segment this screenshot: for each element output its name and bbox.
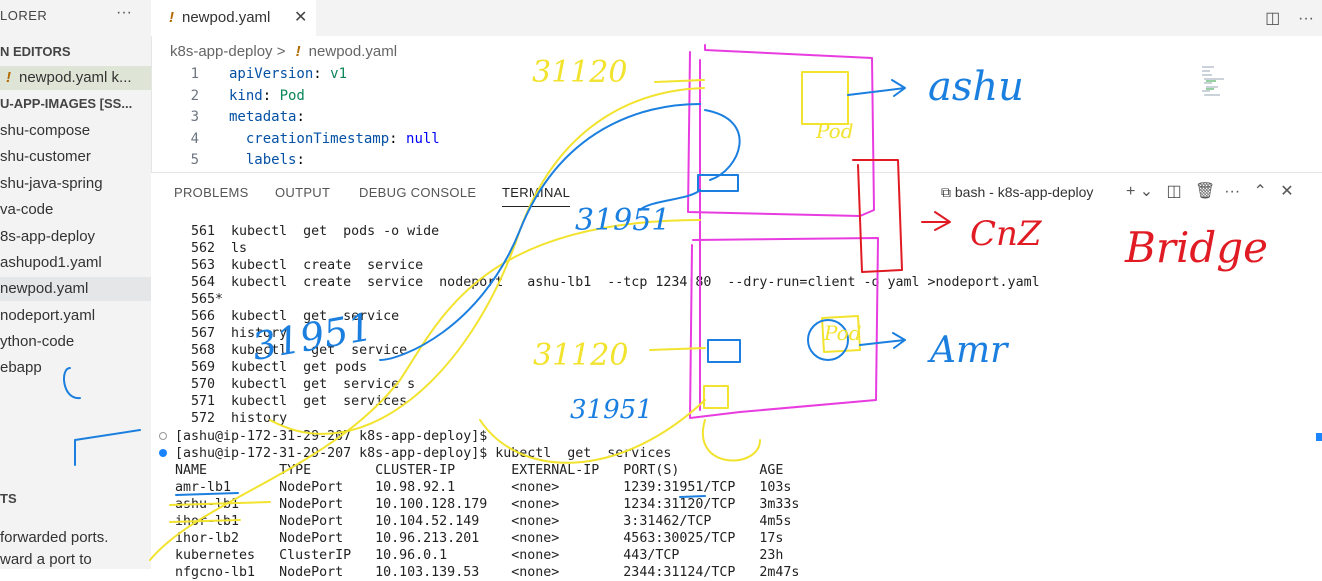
editor-actions: ◫ ···	[1265, 8, 1314, 28]
modified-icon: !	[169, 9, 174, 26]
close-icon[interactable]: ✕	[294, 0, 307, 36]
open-editors-header[interactable]: N EDITORS	[0, 44, 71, 59]
history-line: 567 history	[175, 326, 288, 341]
table-header: NAME TYPE CLUSTER-IP EXTERNAL-IP PORT(S)…	[175, 463, 784, 478]
explorer-title: LORER	[0, 8, 48, 23]
ports-text: forwarded ports.	[0, 529, 109, 546]
prompt-line: [ashu@ip-172-31-29-207 k8s-app-deploy]$	[159, 428, 487, 445]
table-row: ihor-lb2 NodePort 10.96.213.201 <none> 4…	[175, 531, 784, 546]
tab-problems[interactable]: PROBLEMS	[174, 185, 249, 200]
folder-header[interactable]: U-APP-IMAGES [SS...	[0, 96, 132, 111]
sidebar-item-selected[interactable]: newpod.yaml	[0, 277, 151, 301]
breadcrumb: k8s-app-deploy > ! newpod.yaml	[170, 43, 397, 60]
breadcrumb-folder[interactable]: k8s-app-deploy	[170, 43, 273, 60]
editor-tab-bar: ! newpod.yaml ✕ ◫ ···	[151, 0, 1322, 36]
sidebar-item[interactable]: shu-java-spring	[0, 172, 151, 196]
prompt-line: [ashu@ip-172-31-29-207 k8s-app-deploy]$ …	[159, 445, 671, 462]
modified-icon: !	[295, 43, 301, 60]
panel-actions: + ⌄ ◫ 🗑 ··· ⌃ ✕	[1126, 181, 1294, 201]
history-line: 565*	[175, 292, 224, 307]
table-row: ihor-lb1 NodePort 10.104.52.149 <none> 3…	[175, 514, 792, 529]
code-line: 3 metadata:	[190, 109, 305, 125]
sidebar-item[interactable]: nodeport.yaml	[0, 304, 151, 328]
more-actions-icon[interactable]: ···	[1224, 183, 1240, 200]
command-status-icon[interactable]	[159, 432, 167, 440]
tab-output[interactable]: OUTPUT	[275, 185, 330, 200]
tab-newpod[interactable]: ! newpod.yaml ✕	[151, 0, 316, 36]
open-editor-item[interactable]: ! newpod.yaml k...	[0, 66, 151, 90]
history-line: 564 kubectl create service nodeport ashu…	[175, 275, 1040, 290]
trash-icon[interactable]: 🗑	[1195, 183, 1215, 200]
split-editor-icon[interactable]: ◫	[1265, 10, 1280, 27]
terminal-selector[interactable]: ⧉ bash - k8s-app-deploy	[941, 184, 1093, 201]
history-line: 570 kubectl get service s	[175, 377, 416, 392]
sidebar-item[interactable]: shu-compose	[0, 119, 151, 143]
open-editor-label: newpod.yaml k...	[19, 69, 132, 86]
history-line: 566 kubectl get service	[175, 309, 400, 324]
scrollbar-marker[interactable]	[1316, 433, 1322, 441]
tab-terminal[interactable]: TERMINAL	[502, 185, 571, 207]
chevron-right-icon: >	[276, 43, 286, 60]
close-icon[interactable]: ✕	[1280, 183, 1293, 200]
sidebar-item[interactable]: ashupod1.yaml	[0, 251, 151, 275]
maximize-icon[interactable]: ⌃	[1254, 183, 1267, 200]
bottom-panel: PROBLEMS OUTPUT DEBUG CONSOLE TERMINAL ⧉…	[151, 172, 1322, 580]
history-line: 562 ls	[175, 241, 248, 256]
add-terminal-icon[interactable]: +	[1126, 183, 1135, 200]
tab-debug-console[interactable]: DEBUG CONSOLE	[359, 185, 476, 200]
more-actions-icon[interactable]: ···	[116, 4, 132, 22]
modified-icon: !	[6, 69, 11, 86]
ports-header[interactable]: TS	[0, 491, 17, 506]
history-line: 572 history	[175, 411, 288, 426]
history-line: 571 kubectl get services	[175, 394, 408, 409]
table-row: ashu-lb1 NodePort 10.100.128.179 <none> …	[175, 497, 800, 512]
code-line: 1 apiVersion: v1	[190, 66, 348, 82]
sidebar-item[interactable]: va-code	[0, 198, 151, 222]
command-status-icon[interactable]	[159, 449, 167, 457]
sidebar-item[interactable]: shu-customer	[0, 145, 151, 169]
minimap[interactable]	[1200, 64, 1240, 100]
tab-label: newpod.yaml	[182, 9, 271, 26]
terminal-icon: ⧉	[941, 184, 955, 200]
breadcrumb-file[interactable]: newpod.yaml	[309, 43, 397, 60]
chevron-down-icon[interactable]: ⌄	[1140, 183, 1153, 200]
explorer-sidebar: LORER ··· N EDITORS ! newpod.yaml k... U-…	[0, 0, 152, 569]
code-line: 5 labels:	[190, 152, 305, 168]
code-line: 4 creationTimestamp: null	[190, 131, 440, 147]
history-line: 563 kubectl create service	[175, 258, 424, 273]
sidebar-item[interactable]: 8s-app-deploy	[0, 225, 151, 249]
code-line: 2 kind: Pod	[190, 88, 305, 104]
ports-text: ward a port to	[0, 551, 92, 568]
sidebar-item[interactable]: ython-code	[0, 330, 151, 354]
code-editor[interactable]: 1 apiVersion: v1 2 kind: Pod 3 metadata: 4 …	[151, 64, 1322, 170]
table-row: kubernetes ClusterIP 10.96.0.1 <none> 44…	[175, 548, 784, 563]
sidebar-item[interactable]: ebapp	[0, 356, 151, 380]
history-line: 561 kubectl get pods -o wide	[175, 224, 440, 239]
more-actions-icon[interactable]: ···	[1298, 10, 1314, 27]
history-line: 569 kubectl get pods	[175, 360, 368, 375]
table-row: nfgcno-lb1 NodePort 10.103.139.53 <none>…	[175, 565, 800, 580]
table-row: amr-lb1 NodePort 10.98.92.1 <none> 1239:…	[175, 480, 792, 495]
history-line: 568 kubectl get service	[175, 343, 408, 358]
split-terminal-icon[interactable]: ◫	[1167, 183, 1182, 200]
